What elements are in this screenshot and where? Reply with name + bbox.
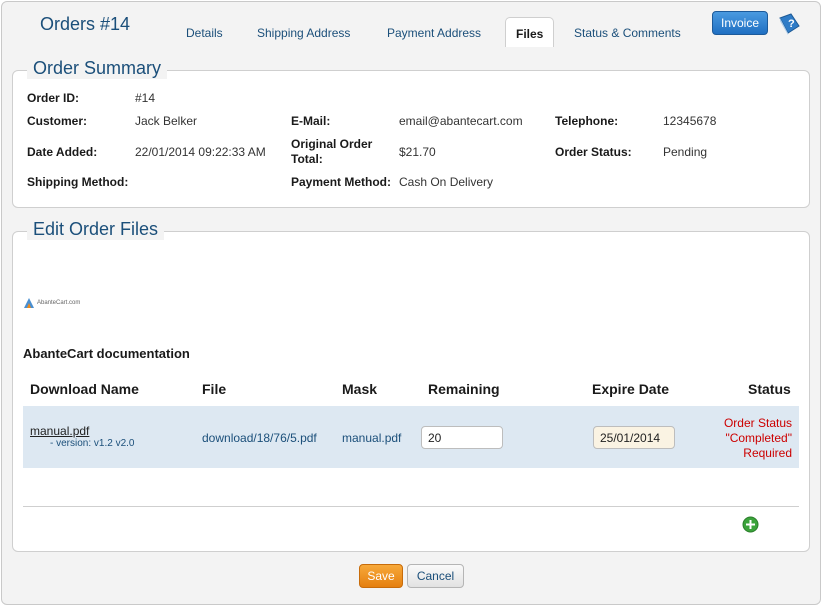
column-header-expire-date: Expire Date — [592, 381, 670, 397]
product-name: AbanteCart documentation — [23, 346, 190, 361]
order-status-label: Order Status: — [555, 145, 632, 159]
telephone-value: 12345678 — [663, 114, 717, 128]
edit-order-files-title: Edit Order Files — [27, 219, 165, 240]
telephone-label: Telephone: — [555, 114, 619, 128]
email-label: E-Mail: — [291, 114, 331, 128]
order-id-label: Order ID: — [27, 91, 80, 105]
product-logo: AbanteCart.com — [23, 296, 80, 310]
file-status: Order Status "Completed" Required — [700, 416, 792, 461]
invoice-button[interactable]: Invoice — [712, 11, 768, 35]
payment-method-value: Cash On Delivery — [399, 175, 494, 189]
column-header-mask: Mask — [342, 381, 378, 397]
file-path: download/18/76/5.pdf — [202, 431, 317, 445]
tab-details[interactable]: Details — [186, 26, 223, 40]
original-total-value: $21.70 — [399, 145, 436, 159]
tab-shipping-address[interactable]: Shipping Address — [257, 26, 350, 40]
original-total-label-line1: Original Order — [291, 137, 373, 151]
date-added-value: 22/01/2014 09:22:33 AM — [135, 145, 266, 159]
download-version: - version: v1.2 v2.0 — [50, 438, 135, 449]
email-value: email@abantecart.com — [399, 114, 523, 128]
expire-date-input[interactable] — [593, 426, 675, 449]
status-line-1: Order Status — [723, 416, 792, 430]
tab-files[interactable]: Files — [505, 17, 555, 47]
table-row — [23, 406, 799, 468]
status-line-3: Required — [743, 446, 792, 460]
help-book-icon[interactable]: ? — [777, 12, 801, 36]
tab-status-comments[interactable]: Status & Comments — [574, 26, 681, 40]
column-header-remaining: Remaining — [428, 381, 500, 397]
shipping-method-label: Shipping Method: — [27, 175, 129, 189]
svg-text:?: ? — [788, 18, 795, 30]
logo-text: AbanteCart.com — [37, 300, 81, 306]
date-added-label: Date Added: — [27, 145, 98, 159]
cancel-button[interactable]: Cancel — [407, 564, 464, 588]
page-title: Orders #14 — [40, 14, 131, 34]
order-id-value: #14 — [135, 91, 156, 105]
customer-value: Jack Belker — [135, 114, 198, 128]
status-line-2: "Completed" — [725, 431, 792, 445]
table-divider — [23, 506, 799, 507]
column-header-download-name: Download Name — [30, 381, 139, 397]
payment-method-label: Payment Method: — [291, 175, 392, 189]
tab-payment-address[interactable]: Payment Address — [387, 26, 481, 40]
abantecart-logo-icon — [24, 298, 34, 308]
customer-label: Customer: — [27, 114, 88, 128]
download-name-link[interactable]: manual.pdf — [30, 424, 89, 438]
column-header-status: Status — [748, 381, 791, 397]
order-status-value: Pending — [663, 145, 708, 159]
order-summary-title: Order Summary — [27, 58, 168, 79]
plus-circle-icon[interactable] — [742, 516, 759, 533]
remaining-input[interactable] — [421, 426, 503, 449]
column-header-file: File — [202, 381, 227, 397]
file-mask: manual.pdf — [342, 431, 402, 445]
original-total-label-line2: Total: — [291, 152, 323, 166]
save-button[interactable]: Save — [359, 564, 403, 588]
